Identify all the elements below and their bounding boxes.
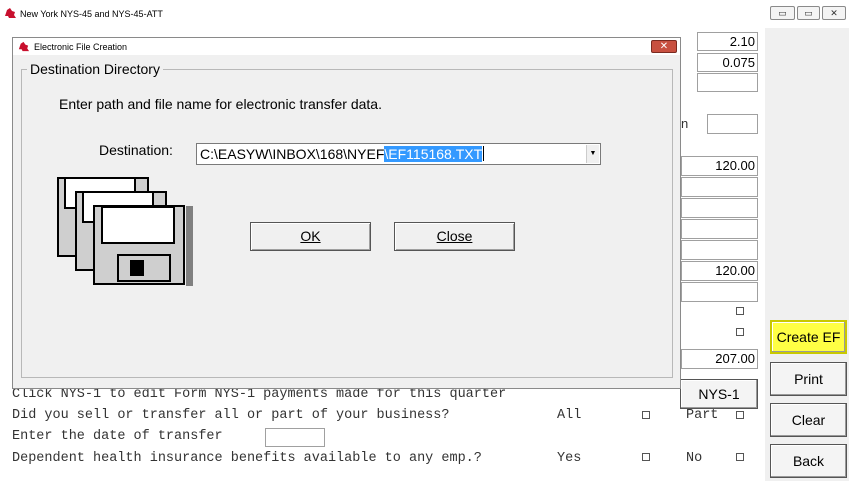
path-prefix: C:\EASYW\INBOX\168\NYEF bbox=[200, 146, 385, 162]
main-title-bar: New York NYS-45 and NYS-45-ATT ▭ ▭ ✕ bbox=[0, 0, 849, 28]
sell-all-checkbox[interactable] bbox=[642, 411, 650, 419]
destination-group-label: Destination Directory bbox=[27, 61, 163, 77]
destination-label: Destination: bbox=[99, 142, 173, 158]
sell-part-checkbox[interactable] bbox=[736, 411, 744, 419]
close-button[interactable]: ✕ bbox=[822, 6, 846, 20]
close-dialog-button[interactable]: Close bbox=[394, 222, 515, 251]
dialog-title-bar: Electronic File Creation ✕ bbox=[13, 38, 680, 55]
destination-combobox[interactable]: C:\EASYW\INBOX\168\NYEF\EF115168.TXT ▼ bbox=[196, 143, 601, 165]
dropdown-arrow-icon[interactable]: ▼ bbox=[586, 145, 599, 163]
transfer-date-field[interactable] bbox=[265, 428, 325, 447]
health-yes-label: Yes bbox=[557, 451, 582, 466]
minimize-button[interactable]: ▭ bbox=[770, 6, 795, 20]
blank-field-7[interactable] bbox=[681, 282, 758, 302]
rate-field-2[interactable]: 0.075 bbox=[697, 53, 758, 72]
dialog-title: Electronic File Creation bbox=[34, 42, 128, 52]
blank-field-5[interactable] bbox=[681, 219, 758, 239]
checkbox-right-1[interactable] bbox=[736, 307, 744, 315]
path-selection: \EF115168.TXT bbox=[384, 146, 483, 162]
main-window-title: New York NYS-45 and NYS-45-ATT bbox=[20, 9, 163, 19]
text-caret bbox=[483, 146, 485, 161]
sell-question: Did you sell or transfer all or part of … bbox=[12, 408, 450, 423]
partial-label: n bbox=[681, 116, 689, 131]
blank-field-6[interactable] bbox=[681, 240, 758, 260]
blank-field-4[interactable] bbox=[681, 198, 758, 218]
sell-all-label: All bbox=[557, 408, 582, 423]
dialog-prompt: Enter path and file name for electronic … bbox=[59, 96, 382, 112]
electronic-file-dialog: Electronic File Creation ✕ Destination D… bbox=[12, 37, 681, 389]
nys1-instruction: Click NYS-1 to edit Form NYS-1 payments … bbox=[12, 387, 507, 402]
print-button[interactable]: Print bbox=[770, 362, 847, 396]
health-no-checkbox[interactable] bbox=[736, 453, 744, 461]
blank-field-3[interactable] bbox=[681, 177, 758, 197]
maximize-button[interactable]: ▭ bbox=[797, 6, 820, 20]
rate-field-1[interactable]: 2.10 bbox=[697, 32, 758, 51]
transfer-date-label: Enter the date of transfer bbox=[12, 429, 223, 444]
sell-part-label: Part bbox=[686, 408, 719, 423]
amount-field-3[interactable]: 207.00 bbox=[681, 349, 758, 369]
health-yes-checkbox[interactable] bbox=[642, 453, 650, 461]
nys1-button[interactable]: NYS-1 bbox=[680, 379, 758, 409]
blank-field-2[interactable] bbox=[707, 114, 758, 134]
amount-field-1[interactable]: 120.00 bbox=[681, 156, 758, 176]
ok-button[interactable]: OK bbox=[250, 222, 371, 251]
clear-button[interactable]: Clear bbox=[770, 403, 847, 437]
ny-state-icon bbox=[18, 41, 30, 52]
create-ef-button[interactable]: Create EF bbox=[770, 320, 847, 354]
destination-input[interactable]: C:\EASYW\INBOX\168\NYEF\EF115168.TXT bbox=[200, 146, 485, 162]
ok-button-label: OK bbox=[300, 228, 321, 244]
checkbox-right-2[interactable] bbox=[736, 328, 744, 336]
blank-field-1[interactable] bbox=[697, 73, 758, 92]
amount-field-2[interactable]: 120.00 bbox=[681, 261, 758, 281]
back-button[interactable]: Back bbox=[770, 444, 847, 478]
health-no-label: No bbox=[686, 451, 703, 466]
close-button-label: Close bbox=[436, 228, 473, 244]
dialog-close-icon[interactable]: ✕ bbox=[651, 40, 677, 53]
floppy-disks-icon bbox=[57, 177, 193, 286]
health-question: Dependent health insurance benefits avai… bbox=[12, 451, 482, 466]
ny-state-icon bbox=[5, 8, 16, 18]
